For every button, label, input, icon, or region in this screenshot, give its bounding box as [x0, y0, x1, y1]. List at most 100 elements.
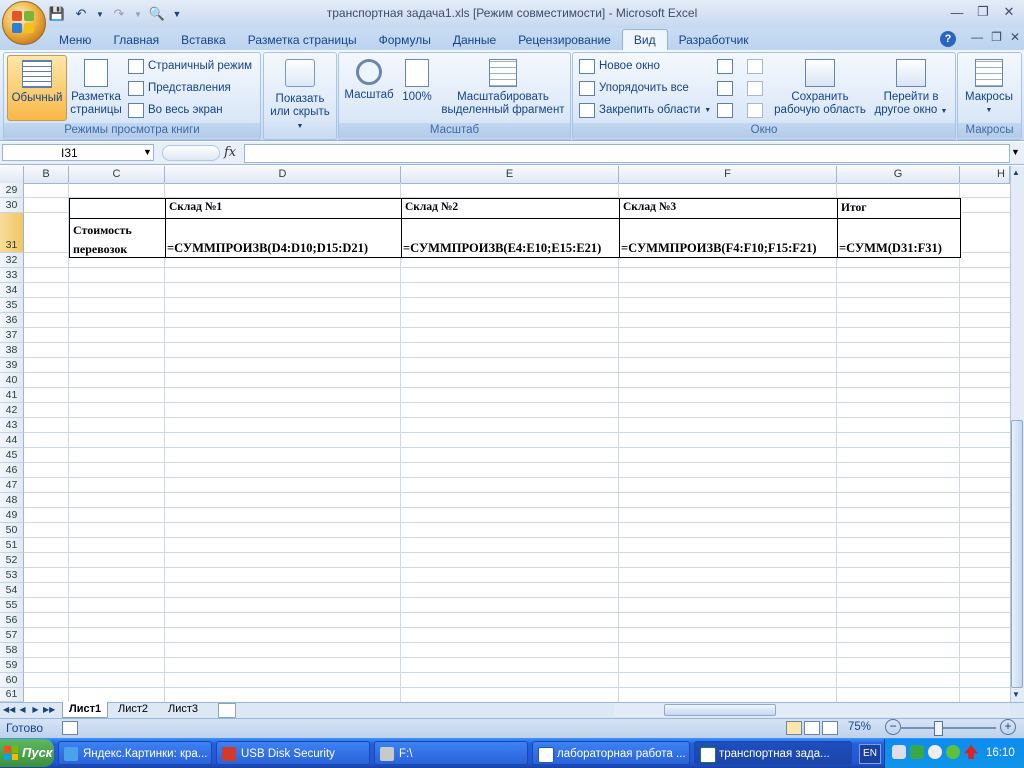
antivirus-tray-icon[interactable]	[946, 745, 960, 759]
row-header[interactable]: 29	[0, 183, 24, 198]
tab-page-layout[interactable]: Разметка страницы	[237, 30, 368, 50]
full-screen-button[interactable]: Во весь экран	[128, 101, 223, 119]
zoom-100-button[interactable]: 100%	[397, 55, 437, 119]
taskbar-item-browser[interactable]: Яндекс.Картинки: кра...	[58, 741, 212, 765]
insert-function-icon[interactable]: fx	[224, 145, 236, 160]
print-preview-icon[interactable]: 🔍	[148, 5, 166, 23]
cell-g31[interactable]: =СУММ(D31:F31)	[837, 218, 961, 258]
cell-d31[interactable]: =СУММПРОИЗВ(D4:D10;D15:D21)	[165, 218, 402, 258]
row-header[interactable]: 33	[0, 268, 24, 283]
row-header[interactable]: 41	[0, 388, 24, 403]
row-header[interactable]: 44	[0, 433, 24, 448]
taskbar-item-usb[interactable]: USB Disk Security	[216, 741, 370, 765]
column-header-f[interactable]: F	[619, 166, 837, 183]
row-header[interactable]: 47	[0, 478, 24, 493]
view-side-by-side-button[interactable]	[747, 57, 763, 75]
show-hide-button[interactable]: Показать или скрыть ▼	[266, 55, 334, 135]
column-header-e[interactable]: E	[401, 166, 619, 183]
arrange-all-button[interactable]: Упорядочить все	[579, 79, 689, 97]
workbook-restore-icon[interactable]: ❐	[991, 30, 1002, 44]
network-icon[interactable]	[892, 745, 906, 759]
cell-e31[interactable]: =СУММПРОИЗВ(E4:E10;E15:E21)	[401, 218, 620, 258]
row-header[interactable]: 58	[0, 643, 24, 658]
reset-position-button[interactable]	[747, 101, 763, 119]
taskbar-item-excel[interactable]: транспортная зада...	[694, 741, 852, 765]
name-box-dropdown-icon[interactable]: ▼	[143, 147, 152, 157]
next-sheet-icon[interactable]: ▶	[30, 703, 41, 716]
row-header[interactable]: 60	[0, 673, 24, 688]
save-workspace-button[interactable]: Сохранить рабочую область	[773, 55, 867, 119]
new-window-button[interactable]: Новое окно	[579, 57, 660, 75]
cell-f30[interactable]: Склад №3	[619, 198, 838, 219]
normal-view-status-icon[interactable]	[786, 721, 802, 735]
undo-icon[interactable]: ↶	[72, 5, 90, 23]
row-header[interactable]: 40	[0, 373, 24, 388]
row-header[interactable]: 35	[0, 298, 24, 313]
formula-input[interactable]	[244, 144, 1010, 163]
row-header[interactable]: 31	[0, 213, 24, 253]
formula-bar-expand-icon[interactable]: ▼	[1009, 144, 1022, 161]
vertical-scroll-thumb[interactable]	[1011, 420, 1023, 688]
tab-home[interactable]: Главная	[102, 30, 170, 50]
sheet-tab-2[interactable]: Лист2	[112, 702, 154, 717]
row-header[interactable]: 61	[0, 688, 24, 702]
cell-c31[interactable]: Стоимость перевозок	[69, 218, 166, 258]
cell-d30[interactable]: Склад №1	[165, 198, 402, 219]
workbook-close-icon[interactable]: ✕	[1010, 30, 1020, 44]
page-break-status-icon[interactable]	[822, 721, 838, 735]
tab-formulas[interactable]: Формулы	[368, 30, 442, 50]
prev-sheet-icon[interactable]: ◀	[17, 703, 28, 716]
row-header[interactable]: 52	[0, 553, 24, 568]
zoom-slider[interactable]	[900, 727, 996, 729]
tab-insert[interactable]: Вставка	[170, 30, 237, 50]
row-header[interactable]: 37	[0, 328, 24, 343]
taskbar-item-word[interactable]: лабораторная работа ...	[532, 741, 690, 765]
first-sheet-icon[interactable]: ◀◀	[3, 703, 15, 716]
hide-window-button[interactable]	[717, 79, 733, 97]
row-header[interactable]: 45	[0, 448, 24, 463]
start-button[interactable]: Пуск	[0, 739, 54, 767]
column-header-c[interactable]: C	[69, 166, 165, 183]
zoom-button[interactable]: Масштаб	[343, 55, 395, 119]
row-header[interactable]: 30	[0, 198, 24, 213]
freeze-panes-button[interactable]: Закрепить области ▼	[579, 101, 711, 119]
row-header[interactable]: 57	[0, 628, 24, 643]
minimize-icon[interactable]: —	[946, 3, 968, 21]
settings-tray-icon[interactable]	[928, 745, 942, 759]
language-indicator[interactable]: EN	[859, 744, 881, 764]
page-layout-button[interactable]: Разметка страницы	[68, 55, 124, 119]
row-header[interactable]: 38	[0, 343, 24, 358]
row-header[interactable]: 32	[0, 253, 24, 268]
zoom-out-icon[interactable]: −	[885, 719, 901, 735]
sheet-tab-1[interactable]: Лист1	[62, 702, 109, 718]
tab-developer[interactable]: Разработчик	[668, 30, 760, 50]
column-header-d[interactable]: D	[165, 166, 401, 183]
close-icon[interactable]: ✕	[998, 3, 1020, 21]
split-button[interactable]	[717, 57, 733, 75]
tab-menu[interactable]: Меню	[48, 30, 102, 50]
zoom-in-icon[interactable]: +	[1000, 719, 1016, 735]
zoom-slider-knob[interactable]	[934, 721, 943, 736]
tab-data[interactable]: Данные	[442, 30, 507, 50]
normal-view-button[interactable]: Обычный	[7, 55, 67, 121]
page-layout-status-icon[interactable]	[804, 721, 820, 735]
last-sheet-icon[interactable]: ▶▶	[43, 703, 55, 716]
tab-view[interactable]: Вид	[621, 29, 668, 50]
column-header-h[interactable]: H	[960, 166, 1010, 183]
qat-customize-icon[interactable]: ▼	[172, 5, 182, 23]
row-header[interactable]: 53	[0, 568, 24, 583]
select-all-corner[interactable]	[0, 166, 24, 183]
redo-dropdown-icon[interactable]: ▼	[134, 5, 142, 23]
cell-f31[interactable]: =СУММПРОИЗВ(F4:F10;F15:F21)	[619, 218, 838, 258]
scroll-up-icon[interactable]: ▲	[1012, 168, 1020, 177]
cell-e30[interactable]: Склад №2	[401, 198, 620, 219]
row-header[interactable]: 50	[0, 523, 24, 538]
save-icon[interactable]: 💾	[48, 5, 66, 23]
row-header[interactable]: 36	[0, 313, 24, 328]
undo-dropdown-icon[interactable]: ▼	[96, 5, 104, 23]
office-button[interactable]	[2, 1, 46, 45]
column-header-g[interactable]: G	[837, 166, 960, 183]
insert-sheet-icon[interactable]	[218, 703, 236, 718]
cell-g30[interactable]: Итог	[837, 198, 961, 219]
taskbar-item-folder[interactable]: F:\	[374, 741, 528, 765]
